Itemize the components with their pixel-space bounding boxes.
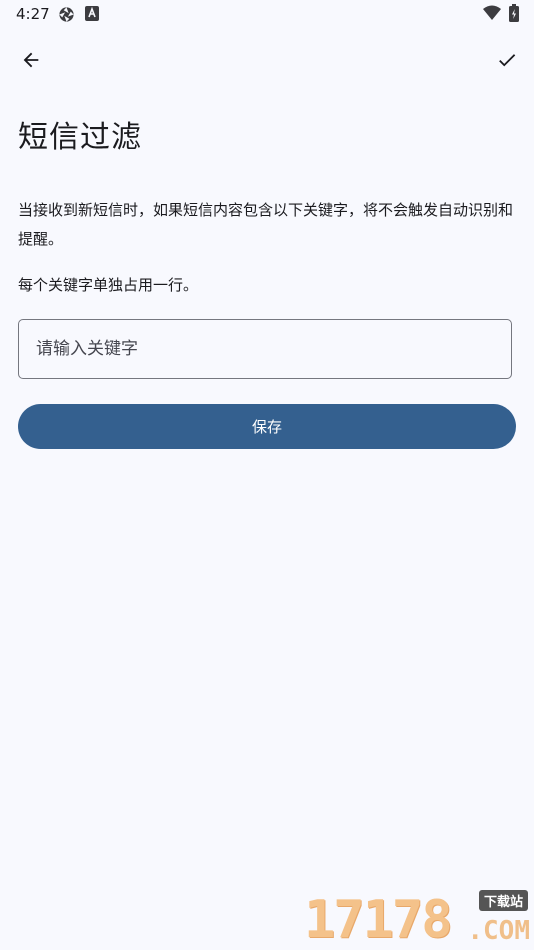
- keyword-field[interactable]: [18, 319, 512, 379]
- aperture-icon: [58, 6, 75, 27]
- arrow-left-icon: [20, 49, 42, 75]
- watermark-number: 17178: [304, 890, 453, 950]
- confirm-button[interactable]: [487, 42, 527, 82]
- wifi-icon: [483, 5, 501, 25]
- status-bar: 4:27: [0, 0, 534, 28]
- save-button[interactable]: 保存: [18, 404, 516, 449]
- battery-icon: [509, 4, 519, 26]
- notification-app-icon: [85, 6, 99, 25]
- filter-description: 当接收到新短信时，如果短信内容包含以下关键字，将不会触发自动识别和提醒。: [18, 201, 514, 248]
- watermark-dotcom: .COM: [467, 916, 530, 946]
- back-button[interactable]: [11, 42, 51, 82]
- page-title: 短信过滤: [18, 120, 142, 155]
- keyword-hint: 每个关键字单独占用一行。: [18, 276, 199, 294]
- watermark: 17178 下载站 .COM: [304, 890, 530, 948]
- top-app-bar: [0, 38, 534, 86]
- checkmark-icon: [496, 49, 518, 75]
- watermark-badge: 下载站: [478, 890, 528, 911]
- status-time: 4:27: [16, 5, 50, 23]
- keyword-input[interactable]: [19, 320, 511, 378]
